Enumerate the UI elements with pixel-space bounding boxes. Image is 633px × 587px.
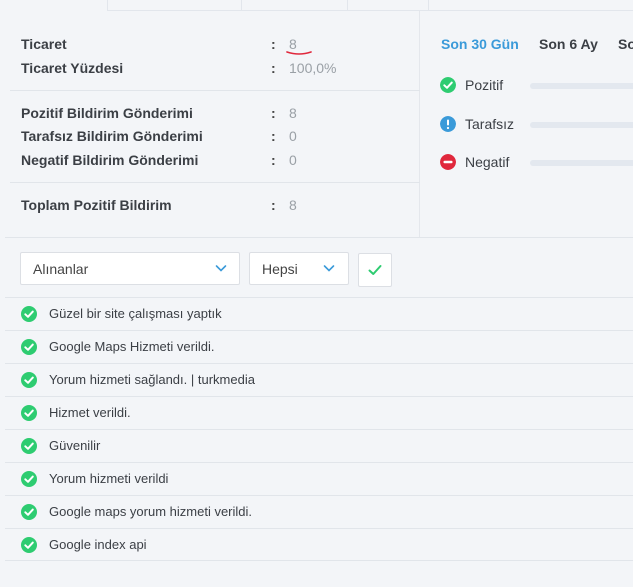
feedback-list: Güzel bir site çalışması yaptık Google M… — [5, 297, 633, 561]
tab-separator — [347, 0, 348, 10]
stats-divider — [10, 182, 420, 183]
check-circle-icon — [21, 504, 37, 520]
stat-colon: : — [271, 105, 276, 121]
stat-value-negative-sent: 0 — [289, 152, 297, 168]
check-icon — [368, 265, 382, 275]
list-item-text: Google Maps Hizmeti verildi. — [49, 339, 215, 354]
sentiment-bar-neutral — [530, 122, 633, 128]
stat-value-positive-sent: 8 — [289, 105, 297, 121]
list-item-text: Güzel bir site çalışması yaptık — [49, 306, 222, 321]
type-select[interactable]: Hepsi — [249, 252, 349, 285]
stat-value-trade-percent: 100,0% — [289, 60, 337, 76]
stat-label-total-positive: Toplam Pozitif Bildirim — [21, 197, 172, 213]
sentiment-label-neutral: Tarafsız — [465, 116, 515, 132]
check-circle-icon — [21, 438, 37, 454]
stat-colon: : — [271, 197, 276, 213]
list-item-text: Güvenilir — [49, 438, 101, 453]
sentiment-label-positive: Pozitif — [465, 77, 504, 93]
chevron-down-icon — [323, 265, 335, 272]
list-item[interactable]: Yorum hizmeti sağlandı. | turkmedia — [5, 363, 633, 396]
chevron-down-icon — [215, 265, 227, 272]
check-circle-icon — [21, 372, 37, 388]
check-circle-icon — [440, 77, 456, 93]
sentiment-panel: Son 30 Gün Son 6 Ay So Pozitif Tarafsız … — [421, 11, 633, 238]
tab-separator — [107, 0, 108, 10]
section-divider — [5, 237, 633, 238]
list-item-text: Yorum hizmeti verildi — [49, 471, 169, 486]
tab-separator — [428, 0, 429, 10]
list-item-text: Google index api — [49, 537, 147, 552]
stat-label-positive-sent: Pozitif Bildirim Gönderimi — [21, 105, 193, 121]
sentiment-bar-positive — [530, 83, 633, 89]
list-item[interactable]: Google maps yorum hizmeti verildi. — [5, 495, 633, 528]
direction-select-value: Alınanlar — [33, 261, 89, 277]
apply-filter-button[interactable] — [358, 253, 392, 287]
check-circle-icon — [21, 537, 37, 553]
sentiment-row-neutral: Tarafsız — [440, 115, 633, 135]
stat-label-trade: Ticaret — [21, 36, 67, 52]
check-circle-icon — [21, 405, 37, 421]
tab-separator — [241, 0, 242, 10]
list-item-text: Google maps yorum hizmeti verildi. — [49, 504, 253, 519]
stat-colon: : — [271, 152, 276, 168]
list-item[interactable]: Google index api — [5, 528, 633, 561]
stat-label-neutral-sent: Tarafsız Bildirim Gönderimi — [21, 128, 203, 144]
check-circle-icon — [21, 471, 37, 487]
list-item[interactable]: Güvenilir — [5, 429, 633, 462]
tab-last-6-months[interactable]: Son 6 Ay — [539, 36, 598, 52]
stats-divider — [10, 90, 420, 91]
stat-label-negative-sent: Negatif Bildirim Gönderimi — [21, 152, 199, 168]
annotation-underline — [286, 51, 312, 55]
direction-select[interactable]: Alınanlar — [20, 252, 240, 285]
list-item[interactable]: Yorum hizmeti verildi — [5, 462, 633, 495]
stat-colon: : — [271, 36, 276, 52]
list-item[interactable]: Hizmet verildi. — [5, 396, 633, 429]
stat-colon: : — [271, 128, 276, 144]
type-select-value: Hepsi — [262, 261, 298, 277]
sentiment-bar-negative — [530, 160, 633, 166]
sentiment-row-negative: Negatif — [440, 153, 633, 173]
list-item-text: Yorum hizmeti sağlandı. | turkmedia — [49, 372, 255, 387]
check-circle-icon — [21, 306, 37, 322]
tab-more-periods[interactable]: So — [618, 36, 633, 52]
stat-label-trade-percent: Ticaret Yüzdesi — [21, 60, 124, 76]
sentiment-row-positive: Pozitif — [440, 76, 633, 96]
sentiment-label-negative: Negatif — [465, 154, 510, 170]
list-item[interactable]: Google Maps Hizmeti verildi. — [5, 330, 633, 363]
list-item-text: Hizmet verildi. — [49, 405, 131, 420]
stat-colon: : — [271, 60, 276, 76]
minus-circle-icon — [440, 154, 456, 170]
stat-value-neutral-sent: 0 — [289, 128, 297, 144]
check-circle-icon — [21, 339, 37, 355]
info-circle-icon — [440, 116, 456, 132]
tab-last-30-days[interactable]: Son 30 Gün — [441, 36, 519, 52]
stats-panel: Ticaret : 8 Ticaret Yüzdesi : 100,0% Poz… — [5, 11, 420, 238]
list-item[interactable]: Güzel bir site çalışması yaptık — [5, 297, 633, 330]
stat-value-total-positive: 8 — [289, 197, 297, 213]
